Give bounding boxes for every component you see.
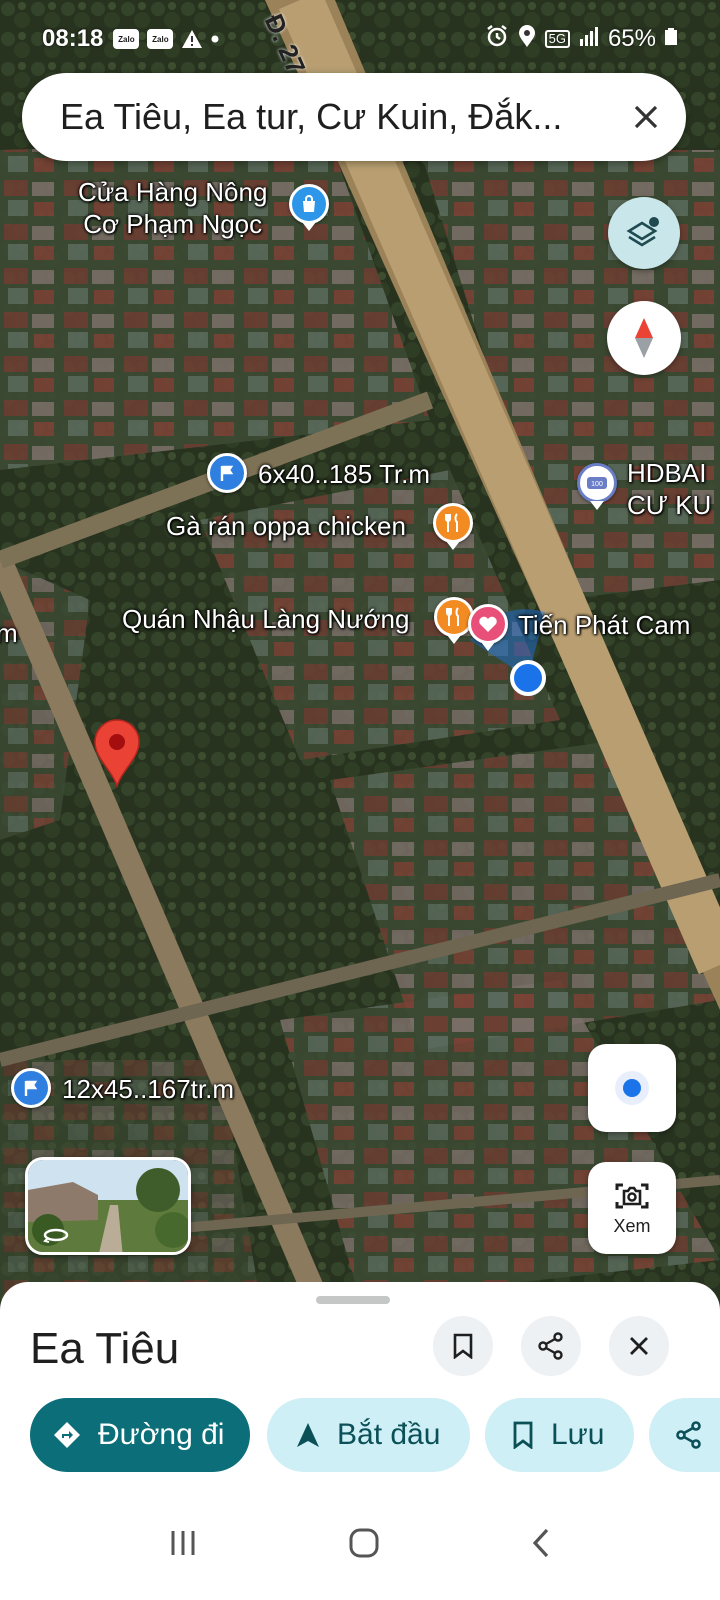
navigation-arrow-icon xyxy=(297,1423,319,1447)
search-bar[interactable]: Ea Tiêu, Ea tur, Cư Kuin, Đắk... xyxy=(22,73,686,161)
alarm-icon xyxy=(485,24,509,55)
flag-icon[interactable] xyxy=(207,453,247,493)
poi-label[interactable]: 6x40..185 Tr.m xyxy=(258,458,430,490)
zalo-notification-icon: Zalo xyxy=(113,29,140,49)
dot-icon xyxy=(211,35,219,43)
search-query[interactable]: Ea Tiêu, Ea tur, Cư Kuin, Đắk... xyxy=(60,96,606,138)
close-sheet-button[interactable] xyxy=(609,1316,669,1376)
directions-label: Đường đi xyxy=(98,1418,225,1451)
back-icon xyxy=(532,1528,549,1557)
directions-button[interactable]: Đường đi xyxy=(30,1398,250,1472)
camera-lens-icon xyxy=(615,1183,649,1208)
share-chip[interactable] xyxy=(649,1398,720,1472)
poi-label-line: Cơ Phạm Ngọc xyxy=(83,209,263,239)
directions-icon xyxy=(54,1422,80,1448)
compass-icon xyxy=(635,318,653,358)
zalo-notification-icon: Zalo xyxy=(147,29,174,49)
layers-button[interactable] xyxy=(608,197,680,269)
my-location-button[interactable] xyxy=(588,1044,676,1132)
flag-icon[interactable] xyxy=(11,1068,51,1108)
heart-icon[interactable] xyxy=(468,604,508,651)
battery-icon xyxy=(664,25,678,53)
bookmark-icon xyxy=(513,1421,533,1449)
my-location-icon xyxy=(615,1071,649,1105)
save-label: Lưu xyxy=(551,1418,605,1451)
back-button[interactable] xyxy=(530,1527,552,1564)
lens-label: Xem xyxy=(613,1215,651,1236)
poi-label-line: HDBAI xyxy=(627,458,707,488)
poi-label-line: CƯ KU xyxy=(627,490,712,520)
status-icons: 5G 65% xyxy=(485,24,678,55)
status-bar: 08:18 Zalo Zalo 5G 65% xyxy=(0,0,720,78)
poi-label[interactable]: Quán Nhậu Làng Nướng xyxy=(122,603,409,635)
poi-label[interactable]: Tiến Phát Cam xyxy=(518,609,690,641)
save-button[interactable] xyxy=(433,1316,493,1376)
layers-icon xyxy=(626,217,659,247)
share-icon xyxy=(538,1332,563,1360)
clock: 08:18 xyxy=(42,25,104,52)
home-button[interactable] xyxy=(348,1527,380,1564)
home-icon xyxy=(349,1528,379,1557)
lens-view-button[interactable]: Xem xyxy=(588,1162,676,1254)
clear-search-button[interactable] xyxy=(606,77,686,157)
recents-icon xyxy=(171,1530,195,1555)
signal-icon xyxy=(578,25,600,54)
start-button[interactable]: Bắt đầu xyxy=(267,1398,470,1472)
compass-button[interactable] xyxy=(607,301,681,375)
share-icon xyxy=(676,1421,701,1449)
place-title: Ea Tiêu xyxy=(30,1324,180,1373)
warning-icon xyxy=(181,29,203,49)
place-sheet: Ea Tiêu Đường đi Bắt đầu Lưu xyxy=(0,1282,720,1600)
share-button[interactable] xyxy=(521,1316,581,1376)
poi-label[interactable]: 12x45..167tr.m xyxy=(62,1073,234,1105)
close-icon xyxy=(630,1337,648,1355)
poi-label[interactable]: Gà rán oppa chicken xyxy=(166,510,406,542)
street-view-360-icon xyxy=(43,1228,69,1243)
street-view-thumbnail[interactable] xyxy=(25,1157,191,1255)
svg-text:100: 100 xyxy=(591,481,603,488)
poi-label: m xyxy=(0,618,18,648)
shopping-bag-icon[interactable] xyxy=(289,184,329,231)
bookmark-icon xyxy=(453,1333,473,1359)
battery-level: 65% xyxy=(607,25,656,52)
restaurant-icon[interactable] xyxy=(433,503,473,550)
start-label: Bắt đầu xyxy=(337,1418,441,1451)
poi-label[interactable]: HDBAI CƯ KU xyxy=(627,457,711,521)
action-chips: Đường đi Bắt đầu Lưu xyxy=(30,1398,720,1472)
system-nav-bar xyxy=(0,1490,720,1600)
poi-label[interactable]: Cửa Hàng Nông Cơ Phạm Ngọc xyxy=(78,176,267,240)
location-icon xyxy=(517,24,537,55)
poi-label-line: Cửa Hàng Nông xyxy=(78,177,268,207)
place-pin-icon[interactable] xyxy=(92,718,142,788)
sheet-drag-handle[interactable] xyxy=(316,1296,390,1304)
save-chip[interactable]: Lưu xyxy=(485,1398,634,1472)
network-type: 5G xyxy=(544,30,570,48)
close-icon xyxy=(634,105,658,129)
recent-apps-button[interactable] xyxy=(168,1529,198,1562)
bank-icon[interactable]: 100 xyxy=(577,463,617,510)
